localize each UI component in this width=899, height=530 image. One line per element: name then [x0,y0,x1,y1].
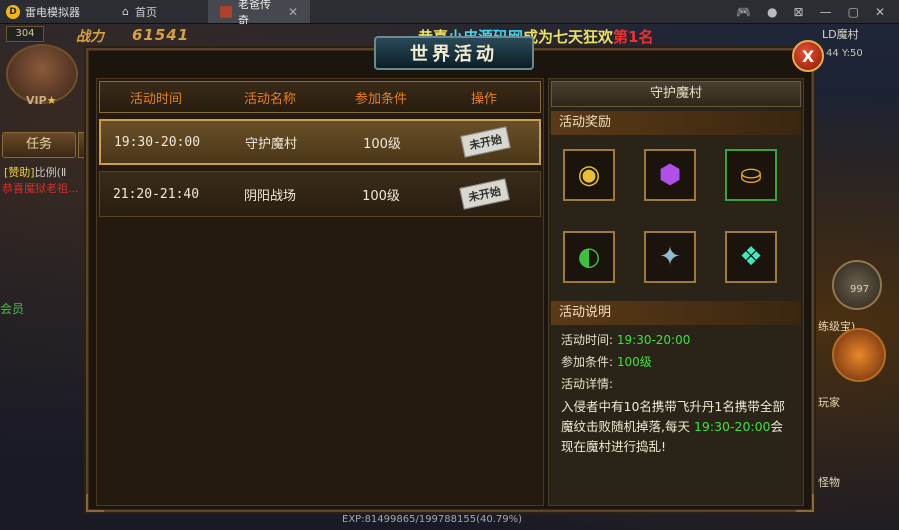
reward-slot[interactable]: ◐ [563,231,615,283]
marquee-middle: 成为七天狂欢 [523,28,614,46]
activity-name: 阴阳战场 [243,188,296,204]
desc-details-label: 活动详情: [561,377,614,391]
reward-slot[interactable]: ◉ [563,149,615,201]
dialog-title: 世界活动 [410,44,498,65]
reward-slot[interactable]: ❖ [725,231,777,283]
player-label[interactable]: 玩家 [818,394,840,410]
attack-orb-button[interactable] [832,328,886,382]
reward-grid: ◉ ⬢ ⛀ ◐ ✦ ❖ [563,149,789,283]
emulator-logo: D 雷电模拟器 [0,0,110,23]
close-window-icon[interactable]: ✕ [875,5,885,19]
detail-title: 守护魔村 [551,81,801,107]
power-value: 61541 [132,26,190,44]
dialog-title-plate: 世界活动 [374,36,534,70]
vip-badge[interactable]: VIP★ [26,94,57,107]
desc-details-time: 19:30-20:00 [693,419,771,434]
reward-slot[interactable]: ✦ [644,231,696,283]
desc-condition-label: 参加条件: [561,355,614,369]
emulator-logo-icon: D [6,4,20,19]
skill-count: 997 [850,284,870,295]
chat-line: [赞助]比例(Ⅱ [4,164,66,180]
rewards-heading: 活动奖励 [551,111,801,135]
desc-condition-value: 100级 [616,355,652,369]
desc-time-value: 19:30-20:00 [616,333,691,347]
desc-condition: 参加条件: 100级 [561,353,797,370]
status-stamp: 未开始 [459,126,511,158]
activity-condition: 100级 [363,136,401,152]
crystal-staff-icon: ✦ [659,242,681,272]
emulator-app-name: 雷电模拟器 [25,5,80,19]
task-button[interactable]: 任务 [2,132,76,158]
chat-tag: [赞助] [4,166,35,179]
reward-slot[interactable]: ⬢ [644,149,696,201]
activity-detail-panel: 守护魔村 活动奖励 ◉ ⬢ ⛀ ◐ ✦ ❖ 活动说明 活动时间: 19:30-2… [548,78,804,506]
home-icon: ⌂ [122,5,129,18]
fullscreen-icon[interactable]: ⊠ [794,5,804,19]
status-stamp: 未开始 [458,178,510,210]
player-level: 304 [6,26,44,42]
account-icon[interactable]: ● [767,5,777,19]
tab-home-label: 首页 [134,5,157,19]
desc-details: 活动详情: [561,375,797,392]
column-header-name: 活动名称 [243,91,296,107]
monster-label[interactable]: 怪物 [818,474,840,490]
activity-time: 19:30-20:00 [113,134,201,150]
activity-row[interactable]: 19:30-20:00 守护魔村 100级 未开始 [99,119,541,165]
activity-list-header: 活动时间 活动名称 参加条件 操作 [99,81,541,113]
marquee-rank: 第1名 [613,28,654,46]
minimize-icon[interactable]: — [820,5,832,19]
desc-details-text: 入侵者中有10名携带飞升丹1名携带全部魔纹击败随机掉落,每天 19:30-20:… [561,397,793,457]
activity-list-panel: 活动时间 活动名称 参加条件 操作 19:30-20:00 守护魔村 100级 … [96,78,544,506]
gamepad-icon[interactable]: 🎮 [736,5,751,19]
game-icon [220,5,232,18]
description-heading: 活动说明 [551,301,801,325]
power-label: 战力 [76,29,104,45]
maximize-icon[interactable]: ▢ [848,5,859,19]
gold-ingot-icon: ⛀ [740,160,762,190]
column-header-action: 操作 [470,91,497,107]
desc-time: 活动时间: 19:30-20:00 [561,331,797,348]
desc-time-label: 活动时间: [561,333,614,347]
activity-row[interactable]: 21:20-21:40 阴阳战场 100级 未开始 [99,171,541,217]
left-side-text[interactable]: 会员 [0,300,24,317]
activity-time: 21:20-21:40 [112,186,200,202]
window-controls: 🎮 ● ⊠ — ▢ ✕ [736,0,899,23]
teal-crystal-icon: ❖ [739,242,763,272]
column-header-time: 活动时间 [129,91,182,107]
world-activity-dialog: 世界活动 X 活动时间 活动名称 参加条件 操作 19:30-20:00 守护魔… [86,36,824,512]
gold-coin-icon: ◉ [577,160,601,190]
emulator-titlebar: D 雷电模拟器 ⌂ 首页 老爸传奇 ✕ 🎮 ● ⊠ — ▢ ✕ [0,0,899,27]
tab-game[interactable]: 老爸传奇 ✕ [208,0,310,27]
vip-label: VIP [26,94,47,107]
green-orb-icon: ◐ [577,242,601,272]
map-coords: 44 Y:50 [826,48,863,59]
tab-home[interactable]: ⌂ 首页 [110,0,208,23]
tab-close-icon[interactable]: ✕ [288,5,298,19]
activity-action: 未开始 [434,178,534,210]
activity-action: 未开始 [435,126,535,158]
activity-name: 守护魔村 [244,136,297,152]
chat-text: 比例(Ⅱ [34,166,67,179]
purple-gem-icon: ⬢ [658,160,682,190]
close-button[interactable]: X [792,40,824,72]
star-icon: ★ [46,94,57,107]
activity-condition: 100级 [362,188,400,204]
system-line: 恭喜魔狱老祖... [2,182,79,195]
map-location: LD魔村 [822,28,859,41]
column-header-condition: 参加条件 [354,91,407,107]
exp-bar-text: EXP:81499865/199788155(40.79%) [342,514,523,525]
reward-slot[interactable]: ⛀ [725,149,777,201]
